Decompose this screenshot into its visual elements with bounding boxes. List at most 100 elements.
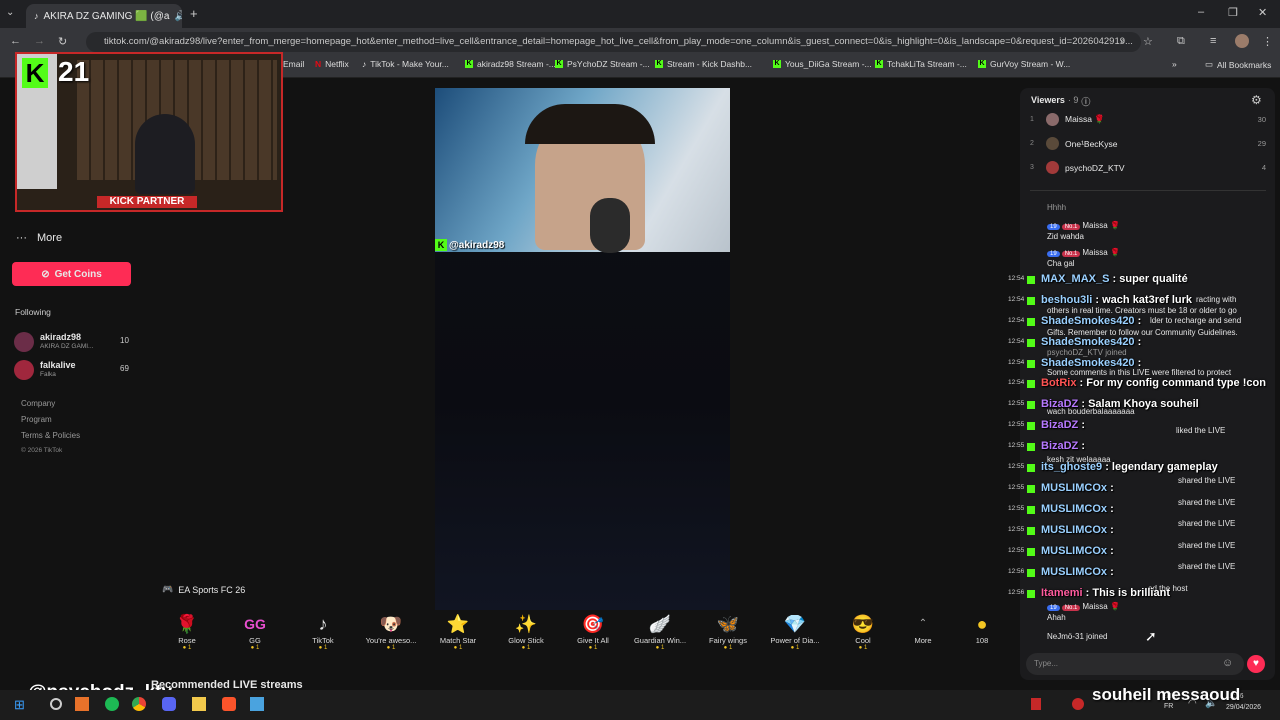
kick-chat-text: : (1137, 357, 1142, 369)
app-icon[interactable] (250, 697, 264, 711)
glow-stick-icon: ✨ (514, 614, 538, 634)
browser-tab-bar: ⌄ ♪ AKIRA DZ GAMING 🟩 (@a 🔊 ✕ + – ❐ ✕ (0, 0, 1280, 28)
chat-input[interactable]: Type... ☺ (1026, 653, 1244, 675)
speaker-icon[interactable]: 🔊 (174, 11, 182, 22)
kick-icon (1027, 276, 1035, 284)
back-arrow-icon[interactable]: ← (10, 35, 21, 47)
avatar (14, 332, 34, 352)
reload-icon[interactable]: ↻ (58, 35, 67, 48)
profile-avatar[interactable] (1235, 34, 1249, 48)
kick-chat-text: : (1110, 566, 1114, 578)
gift-item[interactable]: 🪽 Guardian Win... ● 1 (628, 612, 692, 651)
diamond-icon: 💎 (783, 614, 807, 634)
kick-chat-timestamp: 12:55 (1008, 526, 1025, 533)
tray-icon[interactable] (1072, 698, 1084, 710)
gift-item[interactable]: 🌹 Rose ● 1 (155, 612, 219, 651)
more-nav-item[interactable]: ··· More (16, 232, 62, 244)
gift-item[interactable]: GG GG ● 1 (223, 612, 287, 651)
kick-chat-message: MUSLIMCOx : (1041, 566, 1114, 578)
footer-link-program[interactable]: Program (21, 415, 52, 424)
settings-gear-icon[interactable]: ⚙ (1251, 93, 1262, 107)
brave-icon[interactable] (222, 697, 236, 711)
bookmarks-overflow-icon[interactable]: » (1172, 59, 1177, 69)
kick-chat-text: : wach kat3ref lurk (1095, 294, 1192, 306)
gift-item[interactable]: ⭐ Match Star ● 1 (426, 612, 490, 651)
close-window-icon[interactable]: ✕ (1258, 6, 1267, 19)
reading-list-icon[interactable]: ≡ (1210, 35, 1216, 47)
bookmark-item[interactable]: K TchakLiTa Stream -... (875, 59, 967, 69)
info-icon: ⓘ (1081, 97, 1091, 107)
coin-icon: ⊘ (41, 268, 50, 280)
kick-icon (1027, 339, 1035, 347)
spotify-icon[interactable] (105, 697, 119, 711)
bookmark-item[interactable]: Kakiradz98 Stream -... (465, 59, 556, 69)
minimize-window-icon[interactable]: – (1198, 6, 1204, 18)
bookmark-item[interactable]: ♪ TikTok - Make Your... (362, 59, 449, 69)
tray-icon[interactable] (1031, 698, 1041, 710)
zoom-icon[interactable]: ⌕ (1120, 36, 1126, 47)
app-icon[interactable] (75, 697, 89, 711)
bookmark-item[interactable]: K Stream - Kick Dashb... (655, 59, 752, 69)
gift-more-button[interactable]: ⌃ More (891, 612, 955, 645)
avatar (1046, 113, 1059, 126)
tab-list-chevron-icon[interactable]: ⌄ (6, 7, 14, 18)
bookmark-item[interactable]: N Netflix (315, 59, 349, 69)
top-viewer-row[interactable]: 1 Maissa 🌹 30 (1030, 113, 1266, 126)
kick-icon (1027, 443, 1035, 451)
folder-icon[interactable] (192, 697, 206, 711)
footer-link-company[interactable]: Company (21, 399, 55, 408)
kick-icon (1027, 422, 1035, 430)
kick-icon (1027, 569, 1035, 577)
gift-item[interactable]: 🐶 You're aweso... ● 1 (359, 612, 423, 651)
divider (1030, 190, 1266, 191)
kick-icon: K (555, 60, 563, 68)
browser-menu-icon[interactable]: ⋮ (1262, 35, 1273, 48)
maximize-window-icon[interactable]: ❐ (1228, 6, 1238, 19)
chat-message: others in real time. Creators must be 18… (1047, 306, 1237, 315)
kick-chat-message: ShadeSmokes420 : (1041, 336, 1141, 348)
top-viewer-row[interactable]: 2 One¹BecKyse 29 (1030, 137, 1266, 150)
extensions-icon[interactable]: ⧉ (1177, 35, 1185, 48)
kick-chat-user: ShadeSmokes420 (1041, 357, 1135, 369)
gift-item[interactable]: 💎 Power of Dia... ● 1 (763, 612, 827, 651)
emoji-icon[interactable]: ☺ (1222, 657, 1233, 669)
get-coins-button[interactable]: ⊘ Get Coins (12, 262, 131, 286)
gift-item[interactable]: 🎯 Give It All ● 1 (561, 612, 625, 651)
gift-item[interactable]: 😎 Cool ● 1 (831, 612, 895, 651)
like-heart-button[interactable]: ♥ (1247, 655, 1265, 673)
following-title: Following (15, 307, 51, 317)
top-viewer-row[interactable]: 3 psychoDZ_KTV 4 (1030, 161, 1266, 174)
gift-item[interactable]: ✨ Glow Stick ● 1 (494, 612, 558, 651)
gift-item[interactable]: 🦋 Fairy wings ● 1 (696, 612, 760, 651)
all-bookmarks[interactable]: ▭ All Bookmarks (1205, 59, 1271, 70)
forward-arrow-icon[interactable]: → (34, 35, 45, 47)
discord-icon[interactable] (162, 697, 176, 711)
address-bar[interactable]: tiktok.com/@akiradz98/live?enter_from_me… (86, 32, 1141, 52)
chat-message: Some comments in this LIVE were filtered… (1047, 368, 1232, 377)
bookmark-item[interactable]: K GurVoy Stream - W... (978, 59, 1070, 69)
gift-item[interactable]: ♪ TikTok ● 1 (291, 612, 355, 651)
chat-message: NeJmö-31 joined (1047, 632, 1108, 641)
bookmark-star-icon[interactable]: ☆ (1143, 35, 1153, 48)
bookmark-item[interactable]: Email (283, 59, 304, 69)
game-tag[interactable]: 🎮 EA Sports FC 26 (162, 584, 245, 595)
coin-balance[interactable]: ● 108 (950, 612, 1014, 645)
kick-chat-timestamp: 12:55 (1008, 442, 1025, 449)
search-icon[interactable] (50, 698, 62, 710)
kick-chat-timestamp: 12:54 (1008, 359, 1025, 366)
kick-icon: K (978, 60, 986, 68)
new-tab-plus-icon[interactable]: + (190, 6, 198, 21)
kick-chat-message: ShadeSmokes420 : (1041, 315, 1141, 327)
viewers-header: Viewers · 9 ⓘ (1031, 95, 1091, 107)
footer-link-terms[interactable]: Terms & Policies (21, 431, 80, 440)
bookmark-item[interactable]: K PsYchoDZ Stream -... (555, 59, 650, 69)
bookmark-item[interactable]: K Yous_DiiGa Stream -... (773, 59, 872, 69)
browser-tab-active[interactable]: ♪ AKIRA DZ GAMING 🟩 (@a 🔊 ✕ (26, 4, 182, 28)
windows-start-icon[interactable]: ⊞ (14, 697, 25, 713)
following-item[interactable]: falkalive Falka 69 (14, 358, 134, 382)
following-item[interactable]: akiradz98 AKIRA DZ GAMI... 10 (14, 330, 134, 354)
chevron-up-icon: ⌃ (918, 618, 928, 629)
chrome-icon[interactable] (132, 697, 146, 711)
kick-chat-user: MUSLIMCOx (1041, 524, 1107, 536)
kick-icon: K (655, 60, 663, 68)
